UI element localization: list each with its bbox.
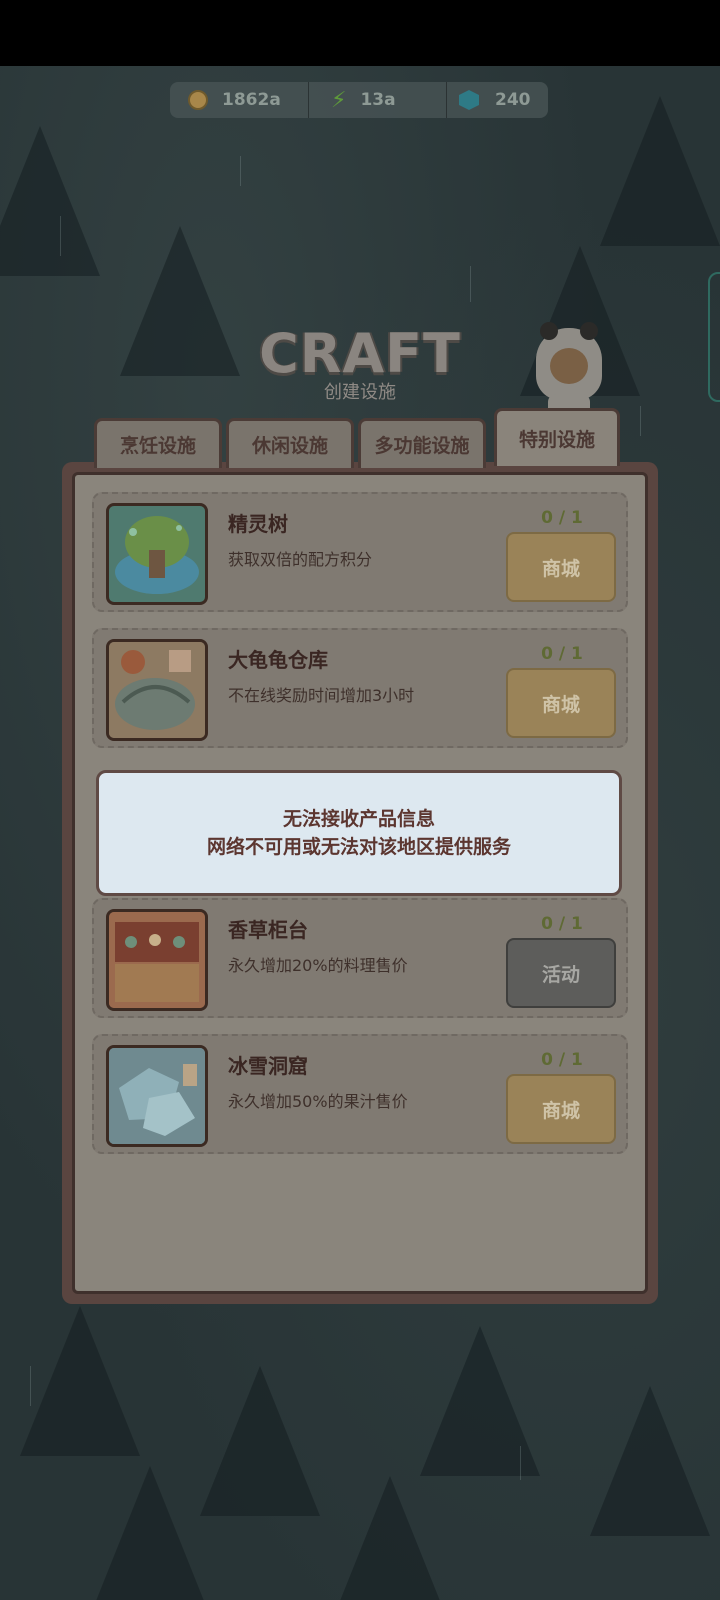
event-button[interactable]: 活动 xyxy=(506,938,616,1008)
network-error-toast: 无法接收产品信息 网络不可用或无法对该地区提供服务 xyxy=(96,770,622,896)
shop-button[interactable]: 商城 xyxy=(506,1074,616,1144)
coin-icon xyxy=(188,90,208,110)
spirit-tree-image xyxy=(106,503,208,605)
item-count: 0 / 1 xyxy=(541,644,583,664)
item-count: 0 / 1 xyxy=(541,508,583,528)
ice-cave-image xyxy=(106,1045,208,1147)
item-description: 永久增加20%的料理售价 xyxy=(228,956,408,975)
turtle-warehouse-image xyxy=(106,639,208,741)
item-description: 获取双倍的配方积分 xyxy=(228,550,373,569)
item-name: 精灵树 xyxy=(228,512,288,536)
item-description: 永久增加50%的果汁售价 xyxy=(228,1092,408,1111)
coin-value: 1862a xyxy=(222,90,281,110)
energy-counter[interactable]: ⚡ 13a xyxy=(308,82,446,118)
item-name: 香草柜台 xyxy=(228,918,308,942)
gem-value: 240 xyxy=(495,90,531,110)
shop-button[interactable]: 商城 xyxy=(506,668,616,738)
list-item[interactable]: 大龟龟仓库 不在线奖励时间增加3小时 0 / 1 商城 xyxy=(92,628,628,748)
status-bar xyxy=(0,0,720,66)
gem-icon xyxy=(459,90,479,110)
lightning-icon: ⚡ xyxy=(331,87,347,113)
list-item[interactable]: 精灵树 获取双倍的配方积分 0 / 1 商城 xyxy=(92,492,628,612)
toast-line-2: 网络不可用或无法对该地区提供服务 xyxy=(206,836,511,858)
mascot-character xyxy=(536,322,602,416)
page-subtitle: 创建设施 xyxy=(324,382,396,403)
list-item[interactable]: 香草柜台 永久增加20%的料理售价 0 / 1 活动 xyxy=(92,898,628,1018)
coin-counter[interactable]: 1862a xyxy=(170,82,308,118)
page-title: CRAFT xyxy=(259,322,461,385)
item-name: 冰雪洞窟 xyxy=(228,1054,308,1078)
gem-counter[interactable]: 240 xyxy=(446,82,548,118)
toast-line-1: 无法接收产品信息 xyxy=(282,808,435,830)
item-count: 0 / 1 xyxy=(541,914,583,934)
energy-value: 13a xyxy=(360,90,396,110)
tab-cooking[interactable]: 烹饪设施 xyxy=(94,418,222,468)
herb-counter-image xyxy=(106,909,208,1011)
list-item[interactable]: 冰雪洞窟 永久增加50%的果汁售价 0 / 1 商城 xyxy=(92,1034,628,1154)
tab-special[interactable]: 特别设施 xyxy=(494,408,620,466)
resource-bar: 1862a ⚡ 13a 240 xyxy=(170,82,548,118)
tab-leisure[interactable]: 休闲设施 xyxy=(226,418,354,468)
shop-button[interactable]: 商城 xyxy=(506,532,616,602)
item-count: 0 / 1 xyxy=(541,1050,583,1070)
tab-multifunction[interactable]: 多功能设施 xyxy=(358,418,486,468)
item-name: 大龟龟仓库 xyxy=(228,648,328,672)
item-description: 不在线奖励时间增加3小时 xyxy=(228,686,415,705)
